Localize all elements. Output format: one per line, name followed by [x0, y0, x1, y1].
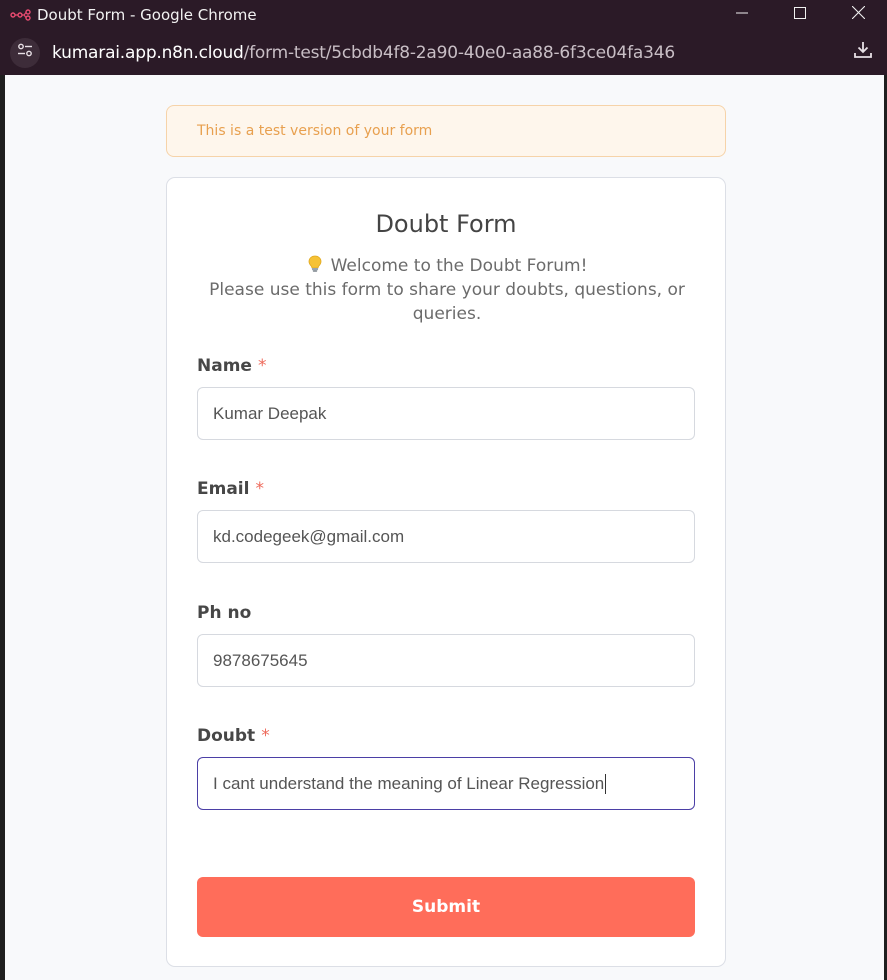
lightbulb-icon [307, 255, 323, 273]
page-viewport: This is a test version of your form Doub… [5, 75, 884, 980]
form-card: Doubt Form Welcome to the Doubt Forum! P… [166, 177, 726, 967]
download-icon [853, 40, 873, 65]
name-input[interactable]: Kumar Deepak [197, 387, 695, 440]
phone-label-text: Ph no [197, 603, 252, 623]
url-host: kumarai.app.n8n.cloud [52, 42, 244, 63]
name-label-text: Name [197, 356, 252, 376]
email-field: Email * kd.codegeek@gmail.com [197, 478, 695, 563]
doubt-input[interactable]: I cant understand the meaning of Linear … [197, 757, 695, 810]
form-description: Welcome to the Doubt Forum! Please use t… [207, 254, 687, 326]
window-titlebar: Doubt Form - Google Chrome [0, 0, 887, 30]
form-description-line1: Welcome to the Doubt Forum! [330, 256, 588, 276]
close-icon [851, 5, 865, 24]
phone-input[interactable]: 9878675645 [197, 634, 695, 687]
window-title: Doubt Form - Google Chrome [37, 6, 257, 24]
form-description-line2: Please use this form to share your doubt… [209, 280, 685, 324]
doubt-label-text: Doubt [197, 726, 256, 746]
phone-label: Ph no [197, 602, 695, 624]
doubt-field: Doubt * I cant understand the meaning of … [197, 725, 695, 810]
form-title: Doubt Form [375, 210, 517, 238]
url-display[interactable]: kumarai.app.n8n.cloud/form-test/5cbdb4f8… [52, 43, 675, 63]
name-input-value: Kumar Deepak [213, 403, 327, 423]
maximize-icon [794, 6, 806, 24]
required-marker: * [255, 479, 264, 499]
close-window-button[interactable] [829, 0, 887, 30]
text-caret [605, 773, 607, 794]
maximize-button[interactable] [771, 0, 829, 30]
phone-field: Ph no 9878675645 [197, 602, 695, 687]
url-path: /form-test/5cbdb4f8-2a90-40e0-aa88-6f3ce… [243, 42, 676, 63]
submit-button[interactable]: Submit [197, 877, 695, 937]
email-label: Email * [197, 478, 695, 500]
minimize-icon [736, 6, 748, 24]
n8n-logo-icon [10, 8, 32, 22]
address-bar: kumarai.app.n8n.cloud/form-test/5cbdb4f8… [0, 30, 887, 75]
email-input-value: kd.codegeek@gmail.com [213, 526, 405, 546]
download-button[interactable] [849, 38, 877, 66]
email-label-text: Email [197, 479, 250, 499]
site-settings-icon [17, 43, 33, 62]
site-info-button[interactable] [10, 37, 40, 68]
name-label: Name * [197, 355, 695, 377]
name-field: Name * Kumar Deepak [197, 355, 695, 440]
minimize-button[interactable] [713, 0, 771, 30]
doubt-label: Doubt * [197, 725, 695, 747]
email-input[interactable]: kd.codegeek@gmail.com [197, 510, 695, 563]
test-banner-text: This is a test version of your form [197, 123, 433, 139]
required-marker: * [261, 726, 270, 746]
doubt-input-value: I cant understand the meaning of Linear … [213, 773, 605, 793]
phone-input-value: 9878675645 [213, 650, 308, 670]
required-marker: * [257, 356, 267, 376]
test-version-banner: This is a test version of your form [166, 105, 726, 157]
